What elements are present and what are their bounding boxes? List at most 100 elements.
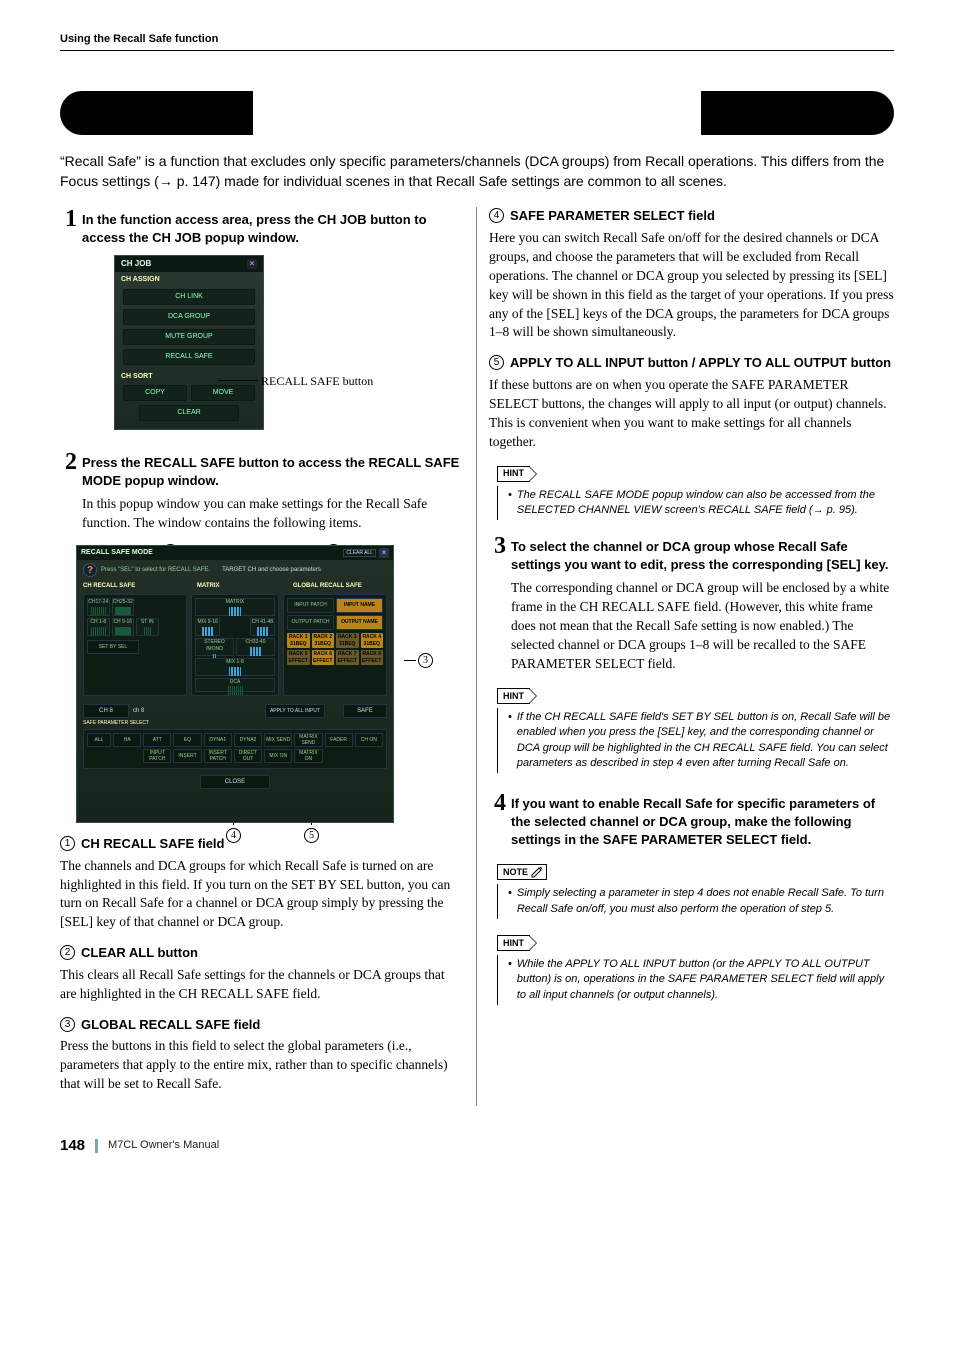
popup-title: RECALL SAFE MODE xyxy=(81,548,153,557)
section-number: 5 xyxy=(489,355,504,370)
sps-button[interactable]: INSERT PATCH xyxy=(204,749,232,763)
ch-cell[interactable]: CH25-32 xyxy=(113,599,134,606)
sps-button[interactable]: MATRIX ON xyxy=(294,749,322,763)
callout-4: 4 xyxy=(226,828,241,843)
input-patch-button[interactable]: INPUT PATCH xyxy=(287,598,334,613)
dca-cell[interactable]: DCA xyxy=(195,678,275,692)
sps-button[interactable]: INPUT PATCH xyxy=(143,749,171,763)
ch-link-button[interactable]: CH LINK xyxy=(123,289,255,305)
matrix-cell[interactable]: STEREO /MONO xyxy=(196,639,233,653)
hint-box: HINT The RECALL SAFE MODE popup window c… xyxy=(497,463,894,520)
step-body: The corresponding channel or DCA group w… xyxy=(511,579,894,673)
popup-target: TARGET CH and choose parameters xyxy=(222,566,321,574)
sps-button[interactable]: ATT xyxy=(143,733,171,747)
help-icon: ? xyxy=(83,563,97,577)
step-number: 4 xyxy=(489,791,511,815)
section-body: Press the buttons in this field to selec… xyxy=(60,1037,464,1094)
section-body: The channels and DCA groups for which Re… xyxy=(60,857,464,933)
ch-job-popup-figure: CH JOB × CH ASSIGN CH LINK DCA GROUP MUT… xyxy=(60,255,464,431)
rack-button[interactable]: RACK 3 31BEQ xyxy=(336,633,359,648)
apply-to-all-input-button[interactable]: APPLY TO ALL INPUT xyxy=(265,704,325,718)
matrix-cell[interactable]: CH33-40 xyxy=(237,639,274,646)
section-heading: GLOBAL RECALL SAFE field xyxy=(81,1016,260,1034)
matrix-cell[interactable]: MIX 9-16 xyxy=(196,619,219,626)
rack-button[interactable]: RACK 7 EFFECT xyxy=(336,650,359,665)
output-patch-button[interactable]: OUTPUT PATCH xyxy=(287,615,334,630)
ch-job-popup: CH JOB × CH ASSIGN CH LINK DCA GROUP MUT… xyxy=(114,255,264,431)
step-2: 2 Press the RECALL SAFE button to access… xyxy=(60,450,464,489)
safe-parameter-select-label: SAFE PARAMETER SELECT xyxy=(77,720,393,727)
sps-button[interactable]: DIRECT OUT xyxy=(234,749,262,763)
rack-button[interactable]: RACK 4 31BEQ xyxy=(361,633,384,648)
sps-button[interactable]: CH ON xyxy=(355,733,383,747)
dca-group-button[interactable]: DCA GROUP xyxy=(123,309,255,325)
ch-cell[interactable]: ST IN xyxy=(137,619,158,626)
section-body: If these buttons are on when you operate… xyxy=(489,376,894,452)
manual-title: M7CL Owner's Manual xyxy=(108,1138,219,1153)
rack-button[interactable]: RACK 5 EFFECT xyxy=(287,650,310,665)
running-head: Using the Recall Safe function xyxy=(60,32,894,51)
clear-all-button[interactable]: CLEAR ALL xyxy=(343,549,376,558)
page-footer: 148 M7CL Owner's Manual xyxy=(60,1136,894,1156)
sps-button[interactable]: MIX ON xyxy=(264,749,292,763)
sps-button[interactable]: MIX SEND xyxy=(264,733,292,747)
rack-button[interactable]: RACK 2 31BEQ xyxy=(312,633,335,648)
close-icon[interactable]: × xyxy=(379,548,389,558)
rack-button[interactable]: RACK 8 EFFECT xyxy=(361,650,384,665)
ch-recall-safe-panel: CH17-24 CH25-32 CH 1-8 CH 9-16 ST IN SET… xyxy=(83,594,187,696)
matrix-cell[interactable]: MATRIX xyxy=(196,599,274,606)
section-heading: APPLY TO ALL INPUT button / APPLY TO ALL… xyxy=(510,354,891,372)
matrix-cell[interactable]: CH 41-48 xyxy=(251,619,274,626)
section-body: This clears all Recall Safe settings for… xyxy=(60,966,464,1004)
clear-button[interactable]: CLEAR xyxy=(139,405,239,421)
sps-button[interactable]: ALL xyxy=(87,733,111,747)
selected-ch-name: ch 8 xyxy=(133,707,173,715)
close-button[interactable]: CLOSE xyxy=(200,775,270,789)
hint-box: HINT While the APPLY TO ALL INPUT button… xyxy=(497,933,894,1005)
rack-button[interactable]: RACK 1 31BEQ xyxy=(287,633,310,648)
step-4: 4 If you want to enable Recall Safe for … xyxy=(489,791,894,848)
section-title: Using the Recall Safe function xyxy=(253,91,702,135)
global-recall-safe-label: GLOBAL RECALL SAFE xyxy=(293,582,387,590)
sps-button[interactable]: INSERT xyxy=(173,749,201,763)
sps-button[interactable]: EQ xyxy=(173,733,201,747)
lead-paragraph: “Recall Safe” is a function that exclude… xyxy=(60,151,894,192)
ch-cell[interactable]: CH 9-16 xyxy=(113,619,134,626)
note-box: NOTE Simply selecting a parameter in ste… xyxy=(497,862,894,919)
copy-button[interactable]: COPY xyxy=(123,385,187,401)
step-3: 3 To select the channel or DCA group who… xyxy=(489,534,894,573)
step-heading: If you want to enable Recall Safe for sp… xyxy=(511,791,894,848)
selected-ch: CH 8 xyxy=(83,704,129,718)
section-number: 2 xyxy=(60,945,75,960)
footer-accent xyxy=(95,1139,98,1153)
input-name-button[interactable]: INPUT NAME xyxy=(336,598,383,613)
ch-cell[interactable]: CH 1-8 xyxy=(88,619,109,626)
rack-button[interactable]: RACK 6 EFFECT xyxy=(312,650,335,665)
section-number: 1 xyxy=(60,836,75,851)
output-name-button[interactable]: OUTPUT NAME xyxy=(336,615,383,630)
matrix-label: MATRIX xyxy=(197,582,287,590)
sps-button[interactable]: DYNA1 xyxy=(204,733,232,747)
page-number: 148 xyxy=(60,1136,85,1156)
sps-button[interactable]: MATRIX SEND xyxy=(294,733,322,747)
hint-box: HINT If the CH RECALL SAFE field's SET B… xyxy=(497,686,894,774)
set-by-sel-button[interactable]: SET BY SEL xyxy=(87,640,139,654)
recall-safe-button[interactable]: RECALL SAFE xyxy=(123,349,255,365)
callout-label: RECALL SAFE button xyxy=(261,373,373,389)
step-number: 3 xyxy=(489,534,511,558)
ch-cell[interactable]: CH17-24 xyxy=(88,599,109,606)
sps-button[interactable]: FADER xyxy=(325,733,353,747)
ch-recall-safe-label: CH RECALL SAFE xyxy=(83,582,191,590)
recall-safe-callout: RECALL SAFE button xyxy=(218,373,373,389)
matrix-cell[interactable]: MIX 1-8 xyxy=(196,659,274,666)
sps-button[interactable]: DYNA2 xyxy=(234,733,262,747)
pencil-icon xyxy=(531,866,543,878)
section-number: 4 xyxy=(489,208,504,223)
safe-button[interactable]: SAFE xyxy=(343,704,387,718)
mute-group-button[interactable]: MUTE GROUP xyxy=(123,329,255,345)
sps-button[interactable]: HA xyxy=(113,733,141,747)
note-tag: NOTE xyxy=(497,864,547,880)
callout-3: 3 xyxy=(418,653,433,668)
step-heading: Press the RECALL SAFE button to access t… xyxy=(82,450,464,489)
close-icon[interactable]: × xyxy=(247,259,257,269)
